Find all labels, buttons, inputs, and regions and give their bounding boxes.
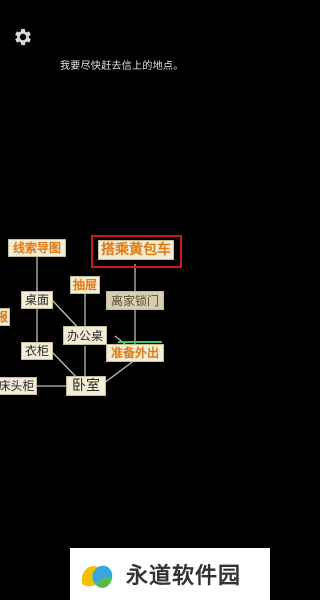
node-bedroom[interactable]: 卧室 <box>66 376 106 396</box>
node-wardrobe-label: 衣柜 <box>24 344 49 358</box>
hint-text: 我要尽快赶去信上的地点。 <box>60 61 184 72</box>
node-desk-surface[interactable]: 桌面 <box>21 291 53 309</box>
node-partial-left[interactable]: 报 <box>0 308 10 326</box>
node-drawer[interactable]: 抽屉 <box>70 276 100 294</box>
node-bedroom-label: 卧室 <box>72 378 100 394</box>
gear-icon[interactable] <box>12 26 34 48</box>
node-partial-left-label: 报 <box>0 310 8 324</box>
node-take-bus[interactable]: 搭乘黄包车 <box>98 240 174 260</box>
node-office-desk[interactable]: 办公桌 <box>63 326 107 345</box>
progress-mark <box>118 341 162 343</box>
node-drawer-label: 抽屉 <box>72 278 97 292</box>
gear-icon-graphic <box>15 28 31 46</box>
brand-logo-icon <box>81 565 113 588</box>
node-prepare-out-label: 准备外出 <box>110 346 159 360</box>
node-bedside[interactable]: 床头柜 <box>0 377 37 395</box>
node-prepare-out[interactable]: 准备外出 <box>106 344 164 362</box>
node-leave-lock-label: 离家锁门 <box>110 293 159 308</box>
brand-name: 永道软件园 <box>126 564 242 589</box>
node-take-bus-label: 搭乘黄包车 <box>101 242 171 258</box>
node-clue-map-label: 线索导图 <box>12 241 61 255</box>
watermark-banner: 永道软件园 <box>70 548 270 600</box>
node-leave-lock[interactable]: 离家锁门 <box>106 291 164 310</box>
node-bedside-label: 床头柜 <box>0 379 35 393</box>
node-clue-map[interactable]: 线索导图 <box>8 239 66 257</box>
node-office-desk-label: 办公桌 <box>66 328 103 343</box>
node-wardrobe[interactable]: 衣柜 <box>21 342 53 360</box>
game-screen: 我要尽快赶去信上的地点。 线索导图 搭乘黄包车 抽屉 桌面 离家锁门 报 办公桌… <box>0 0 270 600</box>
node-desk-surface-label: 桌面 <box>24 293 49 307</box>
